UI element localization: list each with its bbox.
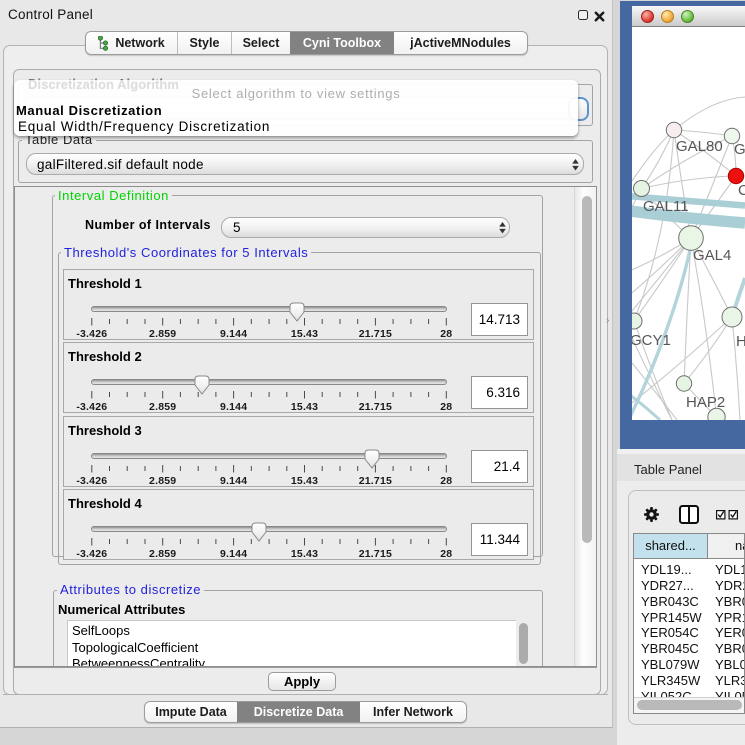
svg-text:C: C (738, 182, 745, 199)
svg-text:GAL11: GAL11 (643, 198, 689, 215)
svg-text:GAL1: GAL1 (734, 141, 745, 158)
svg-text:HIS4: HIS4 (736, 333, 745, 350)
svg-text:GAL4: GAL4 (693, 247, 731, 264)
svg-text:HAP2: HAP2 (686, 394, 725, 411)
svg-text:GAL80: GAL80 (676, 138, 723, 155)
svg-text:GCY1: GCY1 (632, 332, 671, 349)
